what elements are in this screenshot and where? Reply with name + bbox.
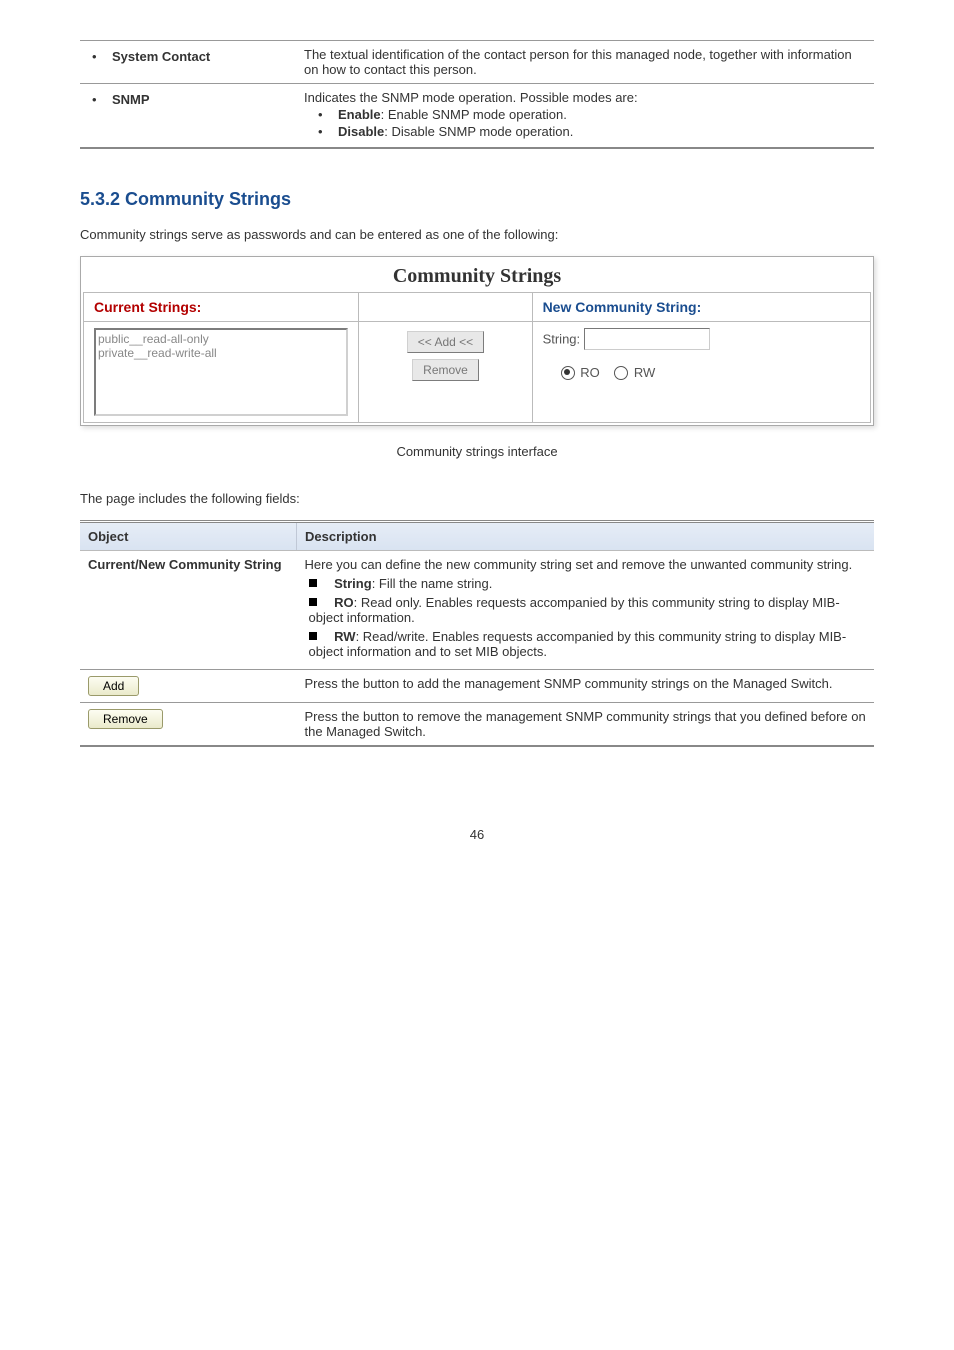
param-desc: The textual identification of the contac… — [296, 41, 874, 84]
ro-label: RO — [580, 365, 600, 380]
item-key: RO — [334, 595, 354, 610]
figure-caption: Community strings interface — [80, 444, 874, 459]
bullet: • — [314, 107, 338, 122]
ro-radio[interactable] — [561, 366, 575, 380]
param-label: SNMP — [112, 92, 150, 107]
field-label: Current/New Community String — [88, 557, 282, 572]
bullet: • — [88, 92, 112, 107]
section-heading: 5.3.2 Community Strings — [80, 189, 874, 210]
list-item[interactable]: private__read-write-all — [98, 346, 344, 360]
sub-key: Enable — [338, 107, 381, 122]
panel-title: Community Strings — [83, 259, 871, 292]
intro-text: Community strings serve as passwords and… — [80, 225, 874, 246]
square-bullet-icon — [309, 632, 317, 640]
bullet: • — [88, 49, 112, 64]
page-number: 46 — [80, 827, 874, 842]
current-strings-listbox[interactable]: public__read-all-only private__read-writ… — [94, 328, 348, 416]
fields-intro: The page includes the following fields: — [80, 489, 874, 510]
add-xp-button[interactable]: Add — [88, 676, 139, 696]
rw-radio[interactable] — [614, 366, 628, 380]
sub-text: : Enable SNMP mode operation. — [381, 107, 567, 122]
param-desc: Indicates the SNMP mode operation. Possi… — [304, 90, 866, 105]
square-bullet-icon — [309, 598, 317, 606]
string-label: String: — [543, 331, 581, 346]
item-key: RW — [334, 629, 355, 644]
field-desc: Here you can define the new community st… — [305, 557, 867, 572]
sub-text: : Disable SNMP mode operation. — [384, 124, 573, 139]
item-key: String — [334, 576, 372, 591]
param-label: System Contact — [112, 49, 210, 64]
community-strings-panel: Community Strings Current Strings: New C… — [80, 256, 874, 426]
new-string-header: New Community String: — [532, 292, 870, 321]
col-header-description: Description — [297, 523, 875, 551]
add-button[interactable]: << Add << — [407, 331, 484, 353]
list-item[interactable]: public__read-all-only — [98, 332, 344, 346]
bullet: • — [314, 124, 338, 139]
fields-table: Object Description Current/New Community… — [80, 520, 874, 747]
field-desc: Press the button to remove the managemen… — [297, 702, 875, 745]
snmp-params-table: • System Contact The textual identificat… — [80, 40, 874, 149]
remove-xp-button[interactable]: Remove — [88, 709, 163, 729]
current-strings-header: Current Strings: — [84, 292, 359, 321]
rw-label: RW — [634, 365, 655, 380]
sub-key: Disable — [338, 124, 384, 139]
item-text: Read/write. Enables requests accompanied… — [309, 629, 847, 659]
remove-button[interactable]: Remove — [412, 359, 479, 381]
string-input[interactable] — [584, 328, 710, 350]
item-text: Fill the name string. — [379, 576, 492, 591]
field-desc: Press the button to add the management S… — [297, 669, 875, 702]
col-header-object: Object — [80, 523, 297, 551]
square-bullet-icon — [309, 579, 317, 587]
item-text: Read only. Enables requests accompanied … — [309, 595, 840, 625]
